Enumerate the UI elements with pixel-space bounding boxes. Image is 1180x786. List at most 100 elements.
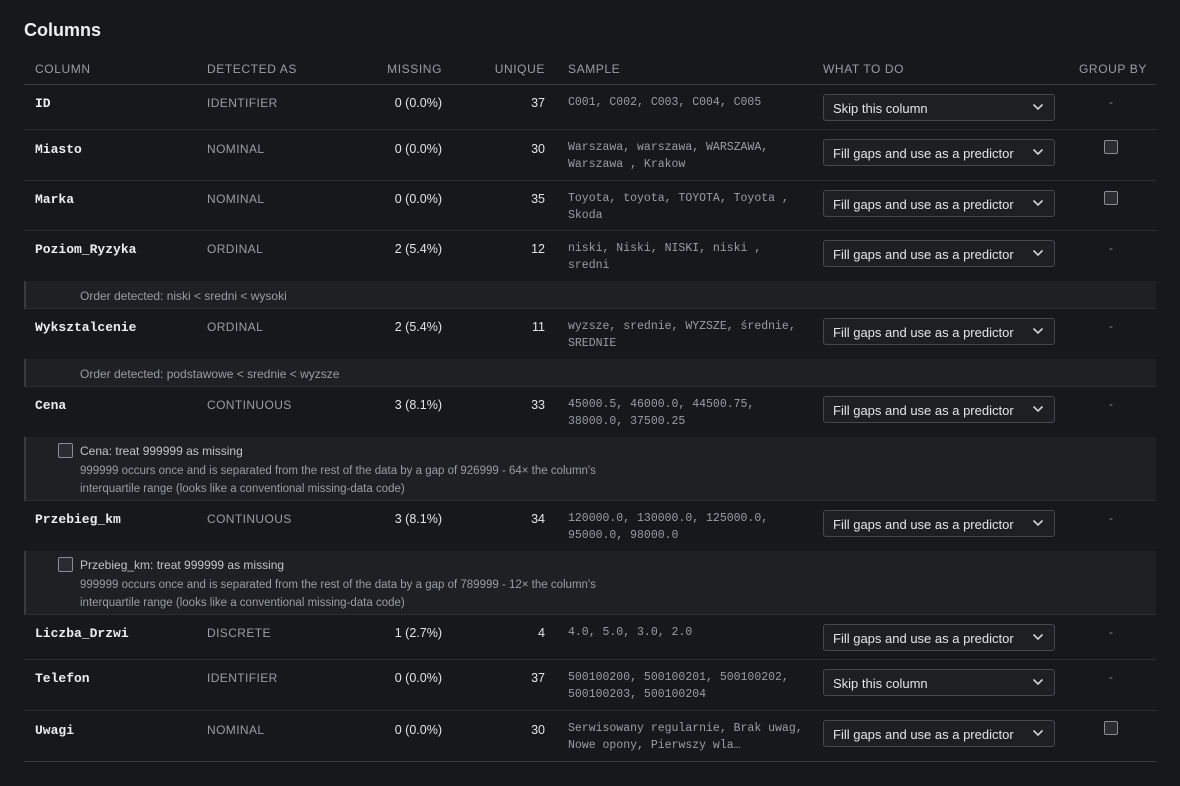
order-note: Order detected: niski < sredni < wysoki: [24, 281, 1156, 309]
table-row: Uwagi NOMINAL 0 (0.0%) 30 Serwisowany re…: [24, 711, 1156, 762]
action-select-value: Fill gaps and use as a predictor: [833, 146, 1014, 161]
order-note-text: Order detected: podstawowe < srednie < w…: [80, 367, 340, 381]
column-name: Poziom_Ryzyka: [35, 242, 137, 257]
header-sample: SAMPLE: [568, 62, 621, 76]
action-select-value: Fill gaps and use as a predictor: [833, 517, 1014, 532]
missing-count: 0 (0.0%): [394, 96, 442, 110]
missing-code-option: Przebieg_km: treat 999999 as missing 999…: [24, 551, 1156, 615]
detected-type: IDENTIFIER: [207, 96, 278, 110]
missing-count: 3 (8.1%): [394, 398, 442, 412]
sample-values: wyzsze, srednie, WYZSZE, średnie, SREDNI…: [568, 320, 796, 350]
column-name: Cena: [35, 398, 67, 413]
missing-count: 0 (0.0%): [394, 192, 442, 206]
unique-count: 34: [531, 512, 545, 526]
sample-values: 120000.0, 130000.0, 125000.0, 95000.0, 9…: [568, 512, 769, 542]
table-row: Telefon IDENTIFIER 0 (0.0%) 37 500100200…: [24, 660, 1156, 711]
chevron-down-icon: [1032, 729, 1044, 737]
action-select[interactable]: Fill gaps and use as a predictor: [823, 190, 1055, 217]
unique-count: 30: [531, 723, 545, 737]
column-name: ID: [35, 96, 51, 111]
unique-count: 33: [531, 398, 545, 412]
action-select[interactable]: Skip this column: [823, 669, 1055, 696]
unique-count: 37: [531, 671, 545, 685]
chevron-down-icon: [1032, 249, 1044, 257]
sample-values: Toyota, toyota, TOYOTA, Toyota , Skoda: [568, 192, 789, 222]
action-select[interactable]: Fill gaps and use as a predictor: [823, 318, 1055, 345]
column-name: Liczba_Drzwi: [35, 626, 129, 641]
action-select-value: Fill gaps and use as a predictor: [833, 631, 1014, 646]
column-name: Marka: [35, 192, 75, 207]
action-select-value: Skip this column: [833, 101, 928, 116]
treat-missing-description: 999999 occurs once and is separated from…: [80, 465, 596, 495]
chevron-down-icon: [1032, 327, 1044, 335]
treat-missing-checkbox[interactable]: [58, 443, 73, 458]
action-select[interactable]: Fill gaps and use as a predictor: [823, 396, 1055, 423]
table-row: Poziom_Ryzyka ORDINAL 2 (5.4%) 12 niski,…: [24, 231, 1156, 281]
chevron-down-icon: [1032, 148, 1044, 156]
action-select[interactable]: Fill gaps and use as a predictor: [823, 720, 1055, 747]
group-by-empty: -: [1109, 511, 1113, 525]
missing-count: 3 (8.1%): [394, 512, 442, 526]
missing-count: 1 (2.7%): [394, 626, 442, 640]
group-by-checkbox[interactable]: [1104, 191, 1118, 205]
header-missing: MISSING: [387, 62, 442, 76]
unique-count: 11: [532, 320, 545, 334]
detected-type: CONTINUOUS: [207, 512, 292, 526]
header-unique: UNIQUE: [494, 62, 545, 76]
action-select-value: Fill gaps and use as a predictor: [833, 325, 1014, 340]
detected-type: NOMINAL: [207, 723, 265, 737]
table-row: Marka NOMINAL 0 (0.0%) 35 Toyota, toyota…: [24, 181, 1156, 231]
detected-type: NOMINAL: [207, 142, 265, 156]
group-by-checkbox[interactable]: [1104, 721, 1118, 735]
action-select[interactable]: Fill gaps and use as a predictor: [823, 510, 1055, 537]
detected-type: CONTINUOUS: [207, 398, 292, 412]
treat-missing-label: Cena: treat 999999 as missing: [80, 444, 243, 458]
column-name: Miasto: [35, 142, 82, 157]
group-by-empty: -: [1109, 397, 1113, 411]
column-name: Wyksztalcenie: [35, 320, 137, 335]
order-note-text: Order detected: niski < sredni < wysoki: [80, 289, 287, 303]
sample-values: 45000.5, 46000.0, 44500.75, 38000.0, 375…: [568, 398, 755, 428]
action-select-value: Skip this column: [833, 676, 928, 691]
group-by-empty: -: [1109, 670, 1113, 684]
chevron-down-icon: [1032, 633, 1044, 641]
unique-count: 30: [531, 142, 545, 156]
action-select[interactable]: Fill gaps and use as a predictor: [823, 240, 1055, 267]
missing-code-option: Cena: treat 999999 as missing 999999 occ…: [24, 437, 1156, 501]
action-select-value: Fill gaps and use as a predictor: [833, 727, 1014, 742]
group-by-empty: -: [1109, 319, 1113, 333]
header-group-by: GROUP BY: [1079, 62, 1147, 76]
sample-values: Warszawa, warszawa, WARSZAWA, Warszawa ,…: [568, 141, 769, 171]
missing-count: 2 (5.4%): [394, 320, 442, 334]
page-title: Columns: [24, 20, 102, 40]
table-row: ID IDENTIFIER 0 (0.0%) 37 C001, C002, C0…: [24, 85, 1156, 130]
group-by-empty: -: [1109, 95, 1113, 109]
chevron-down-icon: [1032, 405, 1044, 413]
action-select-value: Fill gaps and use as a predictor: [833, 197, 1014, 212]
column-name: Telefon: [35, 671, 90, 686]
treat-missing-description: 999999 occurs once and is separated from…: [80, 579, 596, 609]
action-select[interactable]: Fill gaps and use as a predictor: [823, 624, 1055, 651]
unique-count: 37: [531, 96, 545, 110]
action-select-value: Fill gaps and use as a predictor: [833, 403, 1014, 418]
detected-type: IDENTIFIER: [207, 671, 278, 685]
table-row: Wyksztalcenie ORDINAL 2 (5.4%) 11 wyzsze…: [24, 309, 1156, 359]
detected-type: ORDINAL: [207, 242, 264, 256]
group-by-checkbox[interactable]: [1104, 140, 1118, 154]
group-by-empty: -: [1109, 241, 1113, 255]
treat-missing-checkbox[interactable]: [58, 557, 73, 572]
action-select[interactable]: Skip this column: [823, 94, 1055, 121]
sample-values: 4.0, 5.0, 3.0, 2.0: [568, 626, 693, 639]
chevron-down-icon: [1032, 678, 1044, 686]
missing-count: 0 (0.0%): [394, 142, 442, 156]
missing-count: 0 (0.0%): [394, 723, 442, 737]
header-detected-as: DETECTED AS: [207, 62, 297, 76]
chevron-down-icon: [1032, 519, 1044, 527]
sample-values: niski, Niski, NISKI, niski , sredni: [568, 242, 762, 272]
table-row: Przebieg_km CONTINUOUS 3 (8.1%) 34 12000…: [24, 501, 1156, 551]
table-row: Cena CONTINUOUS 3 (8.1%) 33 45000.5, 460…: [24, 387, 1156, 437]
order-note: Order detected: podstawowe < srednie < w…: [24, 359, 1156, 387]
header-what-to-do: WHAT TO DO: [823, 62, 905, 76]
detected-type: DISCRETE: [207, 626, 271, 640]
action-select[interactable]: Fill gaps and use as a predictor: [823, 139, 1055, 166]
